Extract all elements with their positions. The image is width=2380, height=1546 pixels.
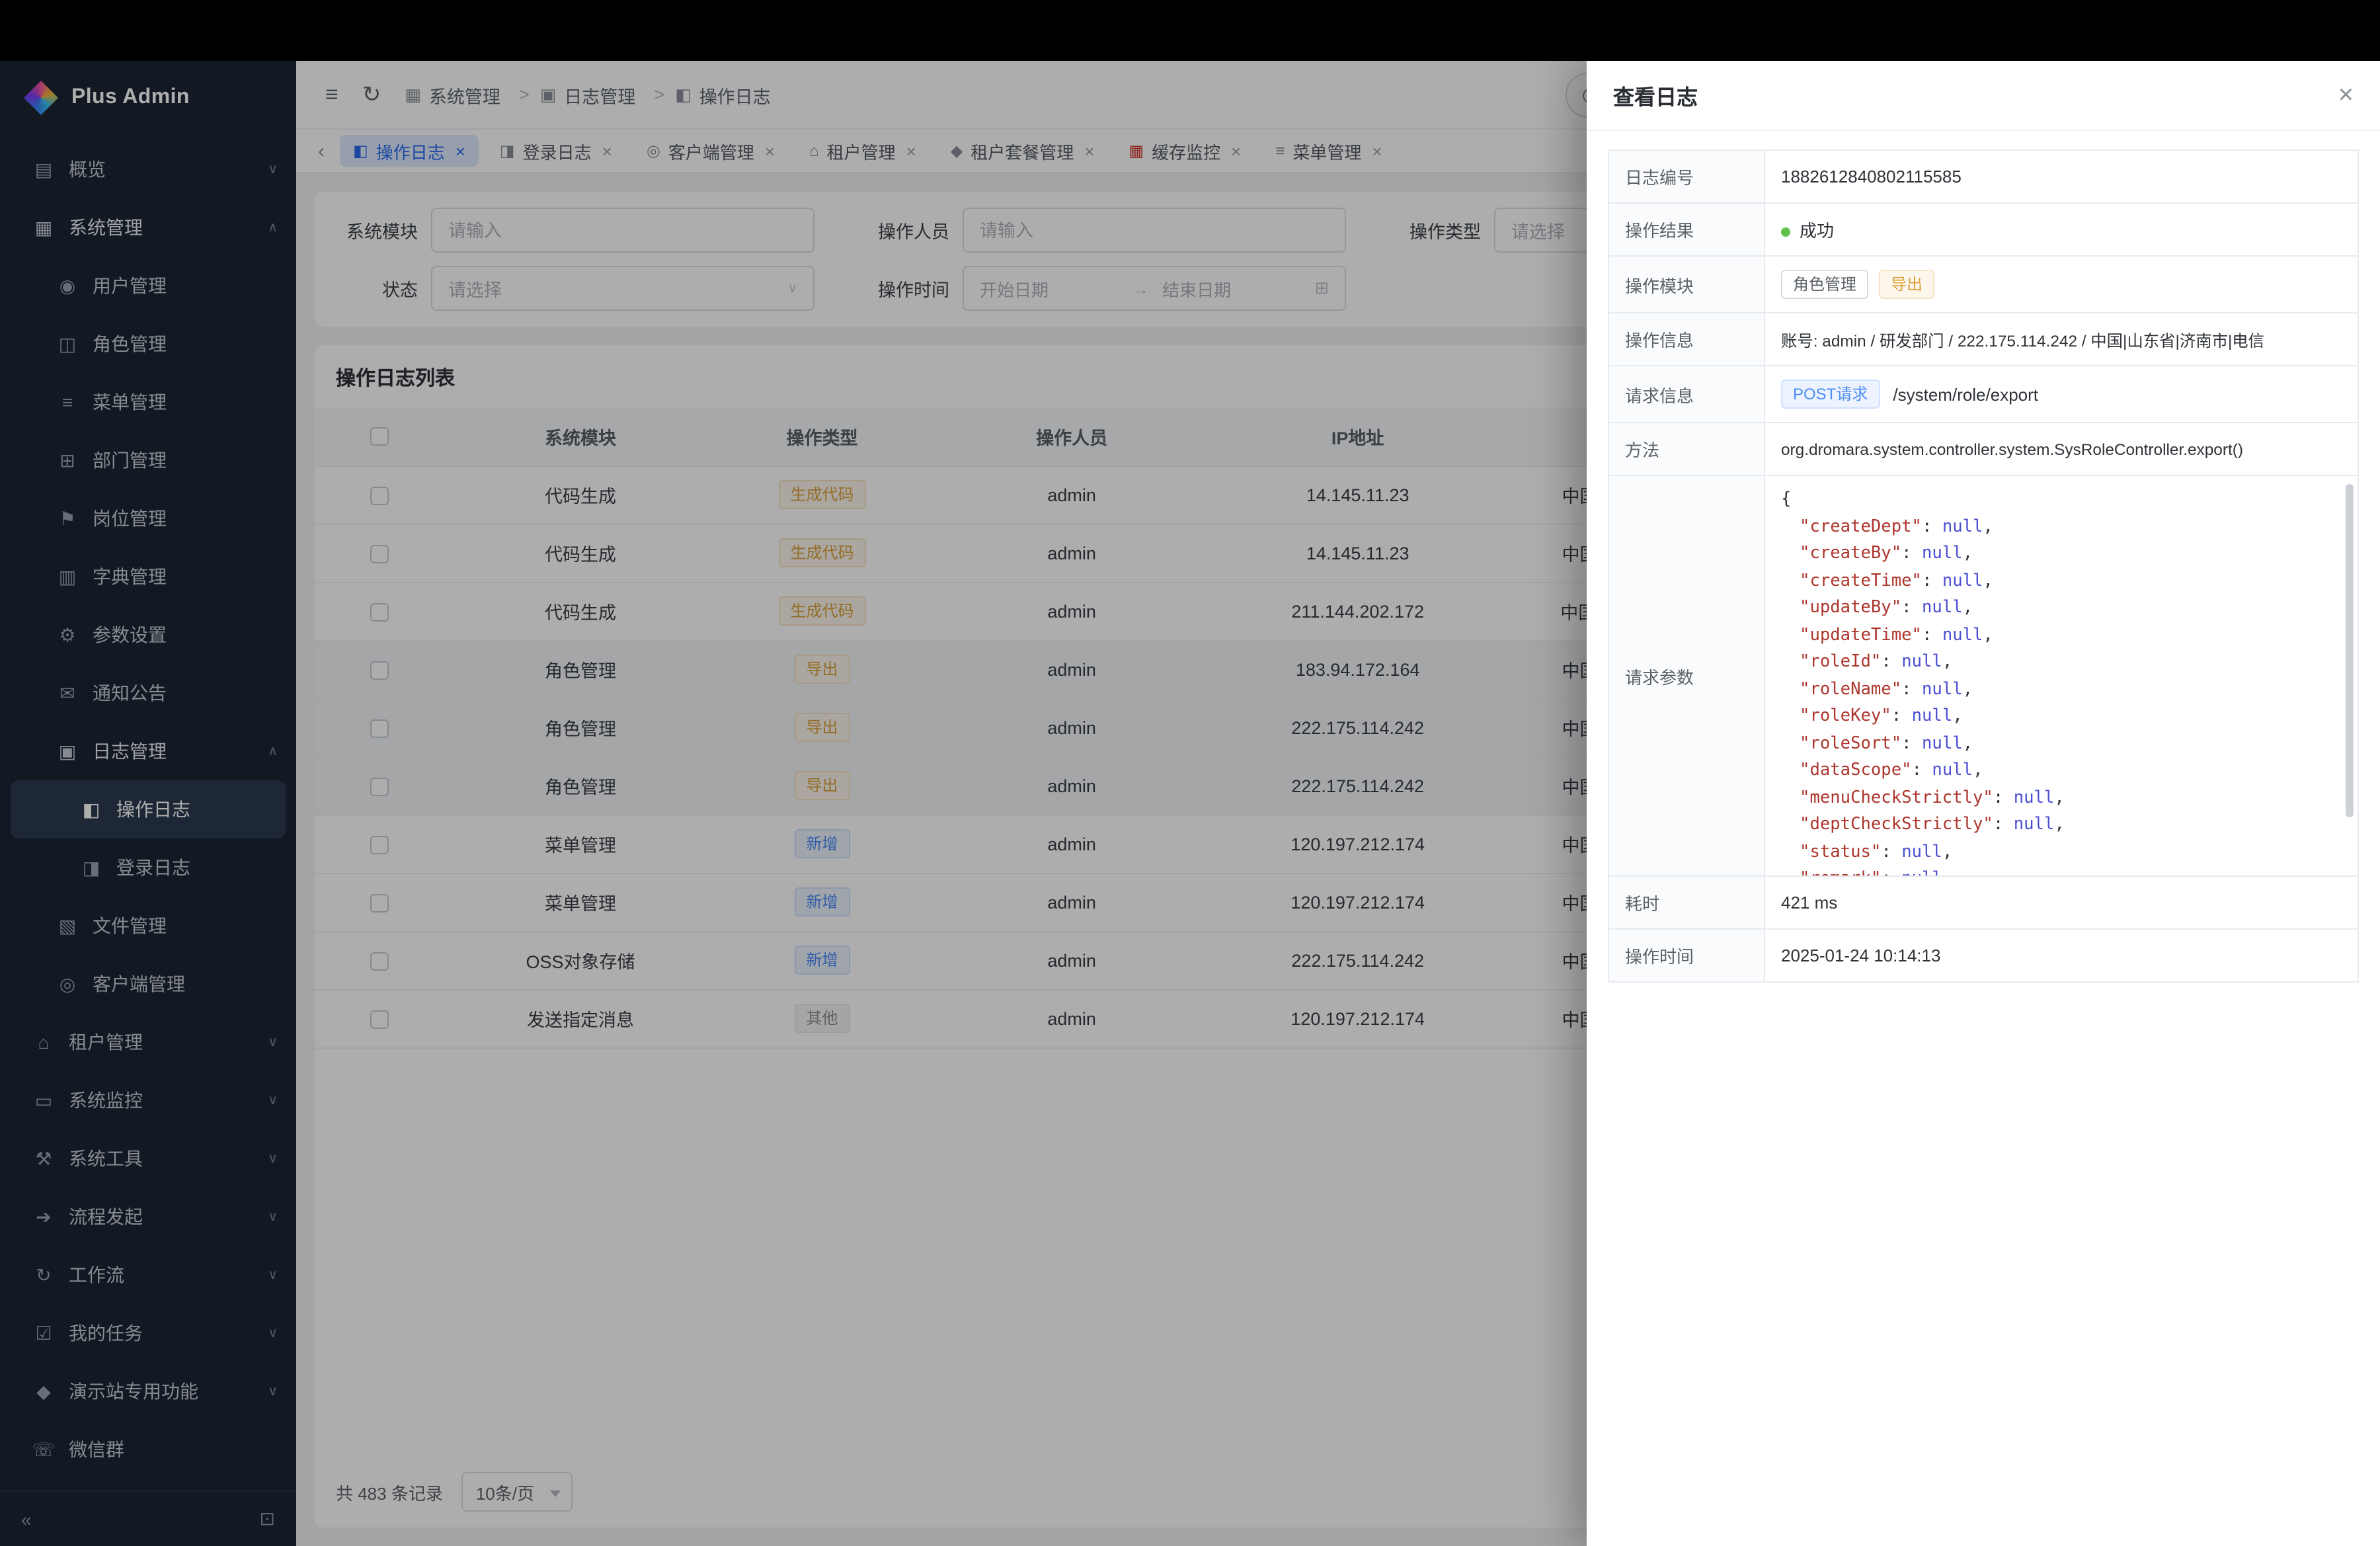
status-badge: 成功 xyxy=(1800,221,1834,241)
field-params-label: 请求参数 xyxy=(1608,475,1765,876)
field-duration-value: 421 ms xyxy=(1765,876,2358,929)
json-entry: dataScope: null, xyxy=(1781,758,2342,785)
json-entry: roleKey: null, xyxy=(1781,704,2342,731)
http-method-tag: POST请求 xyxy=(1781,380,1880,409)
field-info-label: 操作信息 xyxy=(1608,313,1765,366)
json-value: null xyxy=(2014,788,2055,807)
json-key: dataScope xyxy=(1800,760,1912,780)
field-info: 操作信息 账号: admin / 研发部门 / 222.175.114.242 … xyxy=(1608,313,2358,366)
json-value: null xyxy=(1942,625,1983,645)
field-params: 请求参数 { createDept: null, createBy: null, xyxy=(1608,475,2358,876)
request-params-json[interactable]: { createDept: null, createBy: null, crea… xyxy=(1765,476,2358,875)
field-result: 操作结果 成功 xyxy=(1608,203,2358,256)
field-log-id-value: 1882612840802115585 xyxy=(1765,150,2358,203)
json-entry: deptCheckStrictly: null, xyxy=(1781,812,2342,839)
json-key: remark xyxy=(1800,869,1881,875)
json-key: menuCheckStrictly xyxy=(1800,788,1993,807)
log-detail-table: 日志编号 1882612840802115585 操作结果 成功 操作模块 角色… xyxy=(1608,149,2359,983)
json-value: null xyxy=(1922,544,1963,563)
json-value: null xyxy=(1942,516,1983,536)
screen: Plus Admin ▤ 概览 ∨ ▦ 系统管理 ∧ xyxy=(0,0,2380,1546)
json-value: null xyxy=(1922,679,1963,699)
field-method-value: org.dromara.system.controller.system.Sys… xyxy=(1765,423,2358,475)
module-tag: 角色管理 xyxy=(1781,270,1868,299)
drawer-title: 查看日志 xyxy=(1613,79,1698,111)
field-request: 请求信息 POST请求 /system/role/export xyxy=(1608,366,2358,423)
field-duration-label: 耗时 xyxy=(1608,876,1765,929)
json-entry: status: null, xyxy=(1781,839,2342,866)
json-key: status xyxy=(1800,842,1881,862)
json-key: roleId xyxy=(1800,652,1881,672)
drawer-body: 日志编号 1882612840802115585 操作结果 成功 操作模块 角色… xyxy=(1587,131,2380,1001)
field-time-value: 2025-01-24 10:14:13 xyxy=(1765,929,2358,982)
json-entry: roleId: null, xyxy=(1781,649,2342,676)
top-black-strip xyxy=(0,0,2380,61)
json-value: null xyxy=(1922,733,1963,753)
json-value: null xyxy=(1901,842,1942,862)
request-url: /system/role/export xyxy=(1893,384,2038,404)
json-entry: roleSort: null, xyxy=(1781,731,2342,758)
json-entry: roleName: null, xyxy=(1781,676,2342,704)
json-key: updateTime xyxy=(1800,625,1922,645)
field-params-value: { createDept: null, createBy: null, crea… xyxy=(1765,475,2358,876)
field-time: 操作时间 2025-01-24 10:14:13 xyxy=(1608,929,2358,982)
drawer-header: 查看日志 × xyxy=(1587,61,2380,131)
json-open-brace: { xyxy=(1781,487,2342,514)
json-entry: createTime: null, xyxy=(1781,568,2342,595)
close-icon[interactable]: × xyxy=(2338,82,2354,108)
json-key: deptCheckStrictly xyxy=(1800,815,1993,834)
field-module: 操作模块 角色管理导出 xyxy=(1608,256,2358,313)
action-tag: 导出 xyxy=(1879,270,1934,299)
app-window: Plus Admin ▤ 概览 ∨ ▦ 系统管理 ∧ xyxy=(0,61,2380,1546)
field-result-value: 成功 xyxy=(1765,203,2358,256)
field-module-value: 角色管理导出 xyxy=(1765,256,2358,313)
json-key: updateBy xyxy=(1800,598,1901,618)
field-method: 方法 org.dromara.system.controller.system.… xyxy=(1608,423,2358,475)
field-log-id: 日志编号 1882612840802115585 xyxy=(1608,150,2358,203)
json-key: createDept xyxy=(1800,516,1922,536)
json-value: null xyxy=(1942,571,1983,590)
field-info-value: 账号: admin / 研发部门 / 222.175.114.242 / 中国|… xyxy=(1765,313,2358,366)
scrollbar-thumb[interactable] xyxy=(2346,484,2354,817)
field-module-label: 操作模块 xyxy=(1608,256,1765,313)
json-entry: createBy: null, xyxy=(1781,541,2342,568)
json-value: null xyxy=(1922,598,1963,618)
view-log-drawer: 查看日志 × 日志编号 1882612840802115585 操作结果 成功 xyxy=(1587,61,2380,1546)
json-value: null xyxy=(1932,760,1973,780)
json-entry: createDept: null, xyxy=(1781,514,2342,541)
json-key: roleName xyxy=(1800,679,1901,699)
json-value: null xyxy=(2014,815,2055,834)
field-result-label: 操作结果 xyxy=(1608,203,1765,256)
field-request-value: POST请求 /system/role/export xyxy=(1765,366,2358,423)
json-key: roleKey xyxy=(1800,706,1891,726)
json-key: createBy xyxy=(1800,544,1901,563)
json-value: null xyxy=(1912,706,1953,726)
field-log-id-label: 日志编号 xyxy=(1608,150,1765,203)
json-value: null xyxy=(1901,869,1942,875)
success-status-icon xyxy=(1781,227,1790,237)
json-entry: updateBy: null, xyxy=(1781,595,2342,622)
json-entry: updateTime: null, xyxy=(1781,622,2342,649)
json-value: null xyxy=(1901,652,1942,672)
json-entries: createDept: null, createBy: null, create… xyxy=(1781,514,2342,875)
field-time-label: 操作时间 xyxy=(1608,929,1765,982)
json-key: roleSort xyxy=(1800,733,1901,753)
json-key: createTime xyxy=(1800,571,1922,590)
field-request-label: 请求信息 xyxy=(1608,366,1765,423)
json-entry: remark: null, xyxy=(1781,866,2342,875)
field-duration: 耗时 421 ms xyxy=(1608,876,2358,929)
field-method-label: 方法 xyxy=(1608,423,1765,475)
json-entry: menuCheckStrictly: null, xyxy=(1781,785,2342,812)
